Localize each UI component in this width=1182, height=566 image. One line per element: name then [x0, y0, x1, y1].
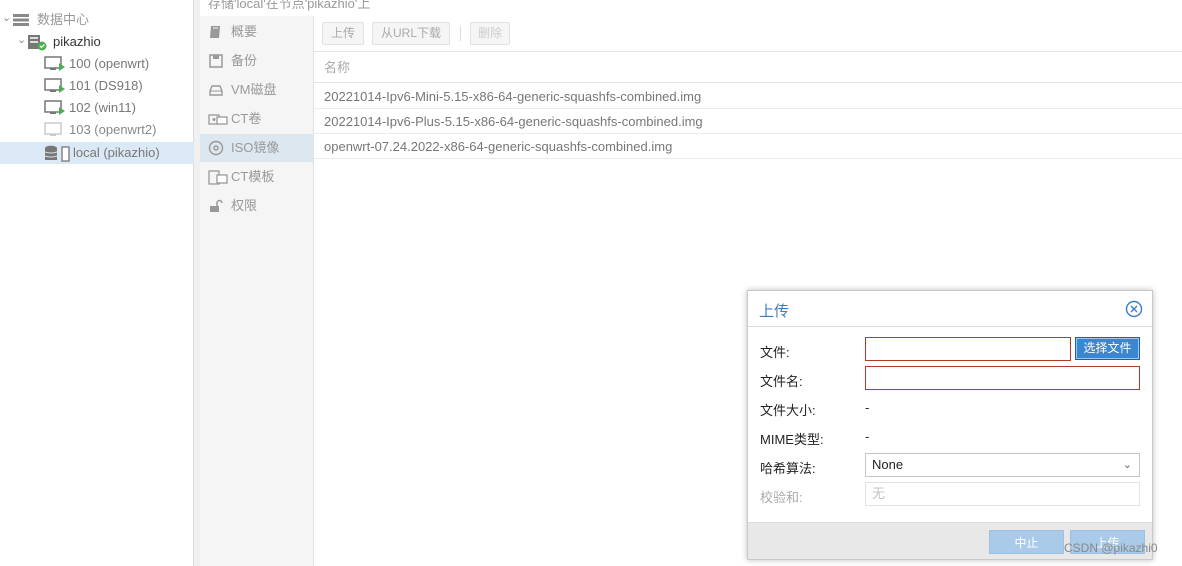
nav-label: CT卷 [231, 111, 262, 126]
resource-tree: ⌄ 数据中心 ⌄ pikazhio 100 (openwrt) 101 (DS9… [0, 0, 194, 566]
storage-nav: 概要 备份 VM磁盘 CT卷 ISO镜像 CT模板 权限 [200, 16, 314, 566]
download-from-url-button[interactable]: 从URL下载 [372, 22, 450, 45]
nav-item-ct-volumes[interactable]: CT卷 [200, 105, 313, 133]
tree-label-datacenter: 数据中心 [37, 12, 90, 27]
vm-running-icon [44, 100, 65, 115]
floppy-icon [209, 54, 223, 68]
nav-item-ct-templates[interactable]: CT模板 [200, 163, 313, 191]
ct-template-icon [208, 170, 228, 185]
chevron-down-icon[interactable]: ⌄ [1123, 454, 1132, 476]
table-row[interactable]: 20221014-Ipv6-Mini-5.15-x86-64-generic-s… [314, 84, 1182, 109]
nav-label: VM磁盘 [231, 82, 277, 97]
breadcrumb: 存储'local'在节点'pikazhio'上 [200, 0, 1182, 16]
tree-label-storage: local (pikazhio) [73, 145, 160, 160]
upload-button[interactable]: 上传 [322, 22, 364, 45]
node-online-icon [28, 35, 47, 51]
datacenter-icon [13, 14, 29, 26]
tree-item-datacenter[interactable]: ⌄ 数据中心 [0, 9, 194, 31]
nav-label: ISO镜像 [231, 140, 280, 155]
tree-item-node[interactable]: ⌄ pikazhio [0, 31, 194, 53]
dialog-title: 上传 [759, 303, 790, 320]
filesize-value: - [865, 400, 870, 415]
ct-volume-icon [208, 114, 228, 125]
tree-label-vm: 103 (openwrt2) [69, 122, 157, 137]
choose-file-button[interactable]: 选择文件 [1075, 337, 1140, 360]
tree-item-vm[interactable]: 100 (openwrt) [0, 53, 194, 75]
tree-item-vm[interactable]: 102 (win11) [0, 97, 194, 119]
nav-item-vm-disks[interactable]: VM磁盘 [200, 76, 313, 104]
toolbar-separator [460, 26, 461, 41]
filename-label: 文件名: [760, 374, 803, 389]
unlock-icon [210, 199, 223, 212]
vm-stopped-icon [44, 122, 62, 136]
column-header-name[interactable]: 名称 [314, 52, 1182, 83]
tree-label-node: pikazhio [53, 34, 101, 49]
watermark: CSDN @pikazhi0 [1064, 541, 1158, 555]
tree-item-storage[interactable]: local (pikazhio) [0, 142, 194, 164]
tree-item-vm[interactable]: 101 (DS918) [0, 75, 194, 97]
chevron-down-icon[interactable]: ⌄ [2, 12, 12, 24]
nav-label: CT模板 [231, 169, 275, 184]
table-row[interactable]: openwrt-07.24.2022-x86-64-generic-squash… [314, 134, 1182, 159]
vm-running-icon [44, 56, 65, 71]
mime-label: MIME类型: [760, 432, 824, 447]
dialog-header: 上传 [748, 291, 1152, 327]
upload-dialog: 上传 文件: 选择文件 文件名: 文件大小: - MIME类型: - 哈希算法:… [747, 290, 1153, 560]
nav-item-iso-images[interactable]: ISO镜像 [200, 134, 313, 162]
hdd-icon [209, 85, 223, 96]
nav-item-summary[interactable]: 概要 [200, 18, 313, 46]
file-label: 文件: [760, 345, 790, 360]
tree-label-vm: 100 (openwrt) [69, 56, 150, 71]
filename-field[interactable] [865, 366, 1140, 390]
chevron-down-icon[interactable]: ⌄ [17, 34, 27, 46]
table-row[interactable]: 20221014-Ipv6-Plus-5.15-x86-64-generic-s… [314, 109, 1182, 134]
nav-item-permissions[interactable]: 权限 [200, 192, 313, 220]
hash-algorithm-select[interactable]: None ⌄ [865, 453, 1140, 477]
checksum-field[interactable]: 无 [865, 482, 1140, 506]
vm-running-icon [44, 78, 65, 93]
disc-icon [208, 140, 224, 156]
nav-label: 概要 [231, 24, 258, 39]
close-icon[interactable] [1125, 300, 1143, 318]
storage-icon [44, 145, 70, 162]
delete-button[interactable]: 删除 [470, 22, 510, 45]
app-root: ⌄ 数据中心 ⌄ pikazhio 100 (openwrt) 101 (DS9… [0, 0, 1182, 566]
nav-label: 备份 [231, 53, 258, 68]
nav-item-backup[interactable]: 备份 [200, 47, 313, 75]
checksum-label: 校验和: [760, 490, 803, 505]
mime-value: - [865, 429, 870, 444]
hash-algorithm-value: None [872, 457, 904, 472]
tree-item-vm[interactable]: 103 (openwrt2) [0, 119, 194, 141]
tree-label-vm: 101 (DS918) [69, 78, 143, 93]
tree-label-vm: 102 (win11) [69, 100, 136, 115]
filesize-label: 文件大小: [760, 403, 816, 418]
toolbar: 上传 从URL下载 删除 [314, 16, 1182, 52]
abort-button[interactable]: 中止 [989, 530, 1064, 554]
breadcrumb-text: 存储'local'在节点'pikazhio'上 [208, 0, 371, 11]
book-icon [210, 26, 220, 38]
file-field[interactable] [865, 337, 1071, 361]
hash-algorithm-label: 哈希算法: [760, 461, 816, 476]
nav-label: 权限 [231, 198, 258, 213]
